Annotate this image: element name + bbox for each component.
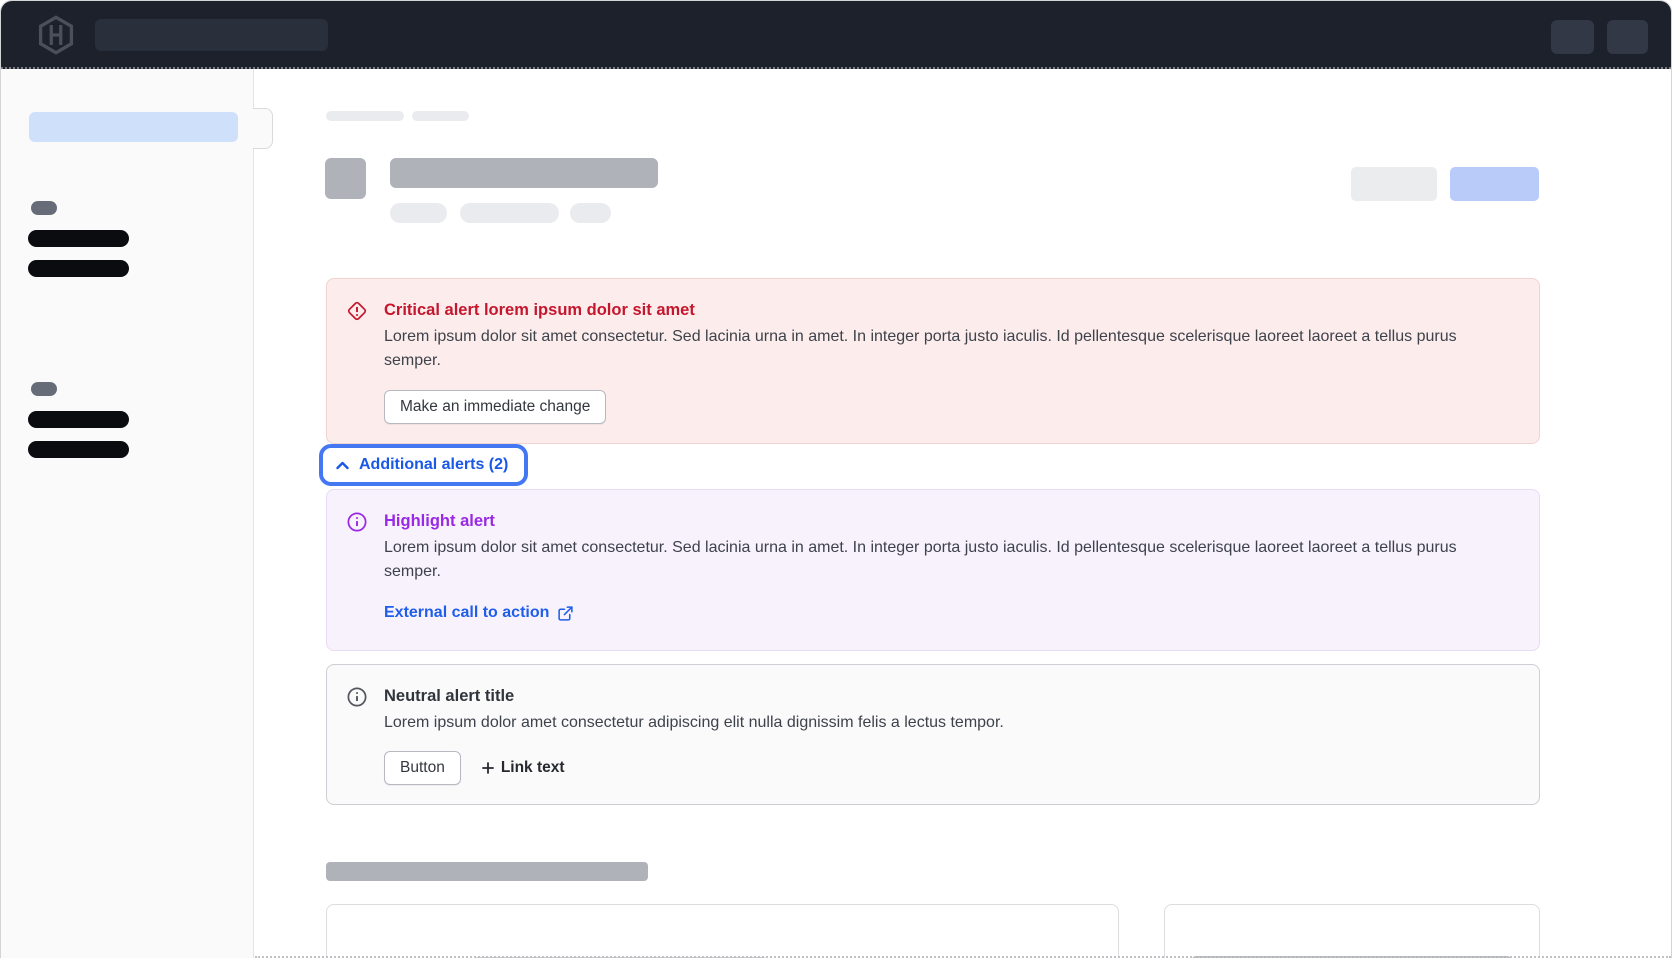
neutral-alert-body: Lorem ipsum dolor amet consectetur adipi… bbox=[384, 711, 1004, 735]
page-meta-placeholder bbox=[460, 203, 559, 223]
critical-alert-body: Lorem ipsum dolor sit amet consectetur. … bbox=[384, 325, 1515, 372]
sidebar-section-label-placeholder bbox=[31, 201, 57, 215]
nav-action-placeholder[interactable] bbox=[1551, 20, 1594, 54]
additional-alerts-toggle[interactable]: Additional alerts (2) bbox=[319, 444, 528, 486]
sidebar-collapse-handle[interactable] bbox=[253, 108, 273, 149]
page-title-placeholder bbox=[390, 158, 658, 188]
external-link-icon bbox=[557, 605, 574, 622]
critical-alert: Critical alert lorem ipsum dolor sit ame… bbox=[326, 278, 1540, 444]
chevron-up-icon bbox=[336, 461, 349, 470]
page-meta-placeholder bbox=[390, 203, 447, 223]
app-window: Critical alert lorem ipsum dolor sit ame… bbox=[0, 0, 1672, 958]
content-card bbox=[326, 904, 1119, 958]
neutral-alert-button[interactable]: Button bbox=[384, 751, 461, 785]
top-navbar bbox=[1, 1, 1671, 69]
critical-alert-title: Critical alert lorem ipsum dolor sit ame… bbox=[384, 298, 1515, 322]
highlight-alert-external-link[interactable]: External call to action bbox=[384, 601, 574, 625]
sidebar-item-placeholder[interactable] bbox=[28, 230, 129, 247]
highlight-alert-content: Highlight alert Lorem ipsum dolor sit am… bbox=[384, 509, 1515, 625]
additional-alerts-toggle-label: Additional alerts (2) bbox=[359, 453, 508, 477]
search-input[interactable] bbox=[95, 19, 328, 51]
breadcrumb-placeholder bbox=[412, 111, 469, 121]
sidebar-item-placeholder[interactable] bbox=[28, 441, 129, 458]
sidebar-item-placeholder[interactable] bbox=[28, 260, 129, 277]
neutral-alert-actions: Button Link text bbox=[384, 751, 1004, 785]
info-circle-icon bbox=[346, 686, 368, 708]
neutral-alert-title: Neutral alert title bbox=[384, 684, 1004, 708]
highlight-alert-link-label: External call to action bbox=[384, 601, 549, 625]
nav-account-placeholder[interactable] bbox=[1607, 20, 1648, 54]
plus-icon bbox=[482, 762, 494, 774]
page-icon-placeholder bbox=[325, 158, 366, 199]
critical-alert-action-button[interactable]: Make an immediate change bbox=[384, 390, 606, 424]
sidebar-section-label-placeholder bbox=[31, 382, 57, 396]
neutral-alert-content: Neutral alert title Lorem ipsum dolor am… bbox=[384, 684, 1004, 785]
main-content: Critical alert lorem ipsum dolor sit ame… bbox=[255, 69, 1671, 958]
secondary-action-placeholder[interactable] bbox=[1351, 167, 1437, 201]
sidebar-selected-item-placeholder[interactable] bbox=[29, 112, 238, 142]
page-meta-placeholder bbox=[570, 203, 611, 223]
highlight-alert: Highlight alert Lorem ipsum dolor sit am… bbox=[326, 489, 1540, 651]
hashicorp-logo-icon bbox=[35, 14, 77, 56]
alert-diamond-icon bbox=[346, 300, 368, 322]
neutral-alert-link-label: Link text bbox=[501, 759, 565, 777]
sidebar bbox=[1, 69, 254, 958]
neutral-alert-link[interactable]: Link text bbox=[482, 759, 565, 777]
section-title-placeholder bbox=[326, 862, 648, 881]
highlight-alert-title: Highlight alert bbox=[384, 509, 1515, 533]
info-circle-icon bbox=[346, 511, 368, 533]
content-card bbox=[1164, 904, 1540, 958]
neutral-alert: Neutral alert title Lorem ipsum dolor am… bbox=[326, 664, 1540, 805]
sidebar-item-placeholder[interactable] bbox=[28, 411, 129, 428]
critical-alert-content: Critical alert lorem ipsum dolor sit ame… bbox=[384, 298, 1515, 424]
primary-action-placeholder[interactable] bbox=[1450, 167, 1539, 201]
breadcrumb-placeholder bbox=[326, 111, 404, 121]
highlight-alert-body: Lorem ipsum dolor sit amet consectetur. … bbox=[384, 536, 1515, 583]
